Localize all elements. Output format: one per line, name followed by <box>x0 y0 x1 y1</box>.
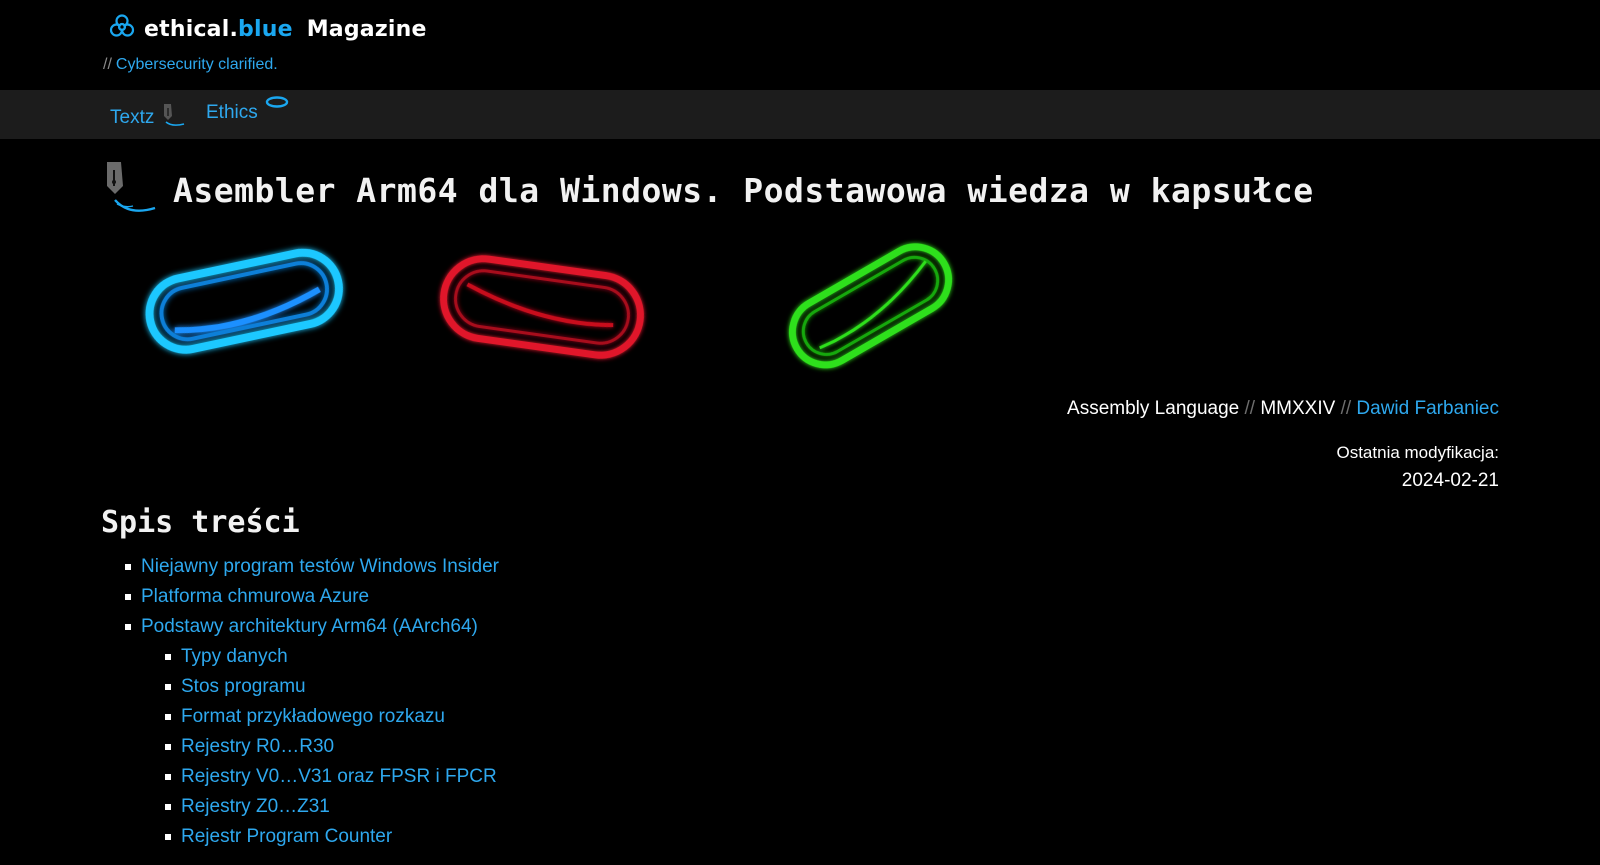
hero-image <box>140 235 980 385</box>
nav-item-label: Ethics <box>206 102 258 123</box>
article-year: MMXXIV <box>1260 398 1336 419</box>
toc-link[interactable]: Niejawny program testów Windows Insider <box>141 556 499 578</box>
brand-magazine: Magazine <box>306 16 427 42</box>
bullet-icon <box>165 654 171 660</box>
brand-blue: blue <box>238 16 293 42</box>
toc-link[interactable]: Rejestry R0…R30 <box>181 736 334 758</box>
site-logo-link[interactable]: ethical.blue Magazine <box>108 12 427 46</box>
toc-link[interactable]: Rejestry V0…V31 oraz FPSR i FPCR <box>181 766 497 788</box>
toc-heading: Spis treści <box>101 505 300 540</box>
pen-nib-icon <box>103 160 157 220</box>
toc-subitem: Rejestry Z0…Z31 <box>165 792 499 822</box>
table-of-contents: Niejawny program testów Windows Insider … <box>125 552 499 852</box>
bullet-icon <box>165 714 171 720</box>
nav-item-label: Textz <box>110 107 155 128</box>
brand-dot: . <box>229 16 239 42</box>
tagline-text: Cybersecurity clarified. <box>115 56 278 73</box>
meta-separator: // <box>1244 398 1256 419</box>
toc-subitem: Format przykładowego rozkazu <box>165 702 499 732</box>
toc-link[interactable]: Podstawy architektury Arm64 (AArch64) <box>141 616 478 638</box>
tagline-prefix: // <box>103 56 112 73</box>
toc-link[interactable]: Rejestr Program Counter <box>181 826 392 848</box>
bullet-icon <box>165 834 171 840</box>
nav-item-textz[interactable]: Textz <box>110 102 186 134</box>
category-link[interactable]: Assembly Language <box>1067 398 1239 419</box>
bullet-icon <box>125 564 131 570</box>
brand-ethical: ethical <box>144 16 230 42</box>
blue-capsule-image <box>145 248 343 354</box>
toc-subitem: Rejestr Program Counter <box>165 822 499 852</box>
meta-separator: // <box>1340 398 1352 419</box>
bullet-icon <box>125 624 131 630</box>
toc-item: Niejawny program testów Windows Insider <box>125 552 499 582</box>
toc-link[interactable]: Typy danych <box>181 646 288 668</box>
last-modified-label: Ostatnia modyfikacja: <box>1336 443 1499 462</box>
site-header: ethical.blue Magazine //Cybersecurity cl… <box>0 0 1600 90</box>
toc-link[interactable]: Stos programu <box>181 676 306 698</box>
toc-link[interactable]: Rejestry Z0…Z31 <box>181 796 330 818</box>
bullet-icon <box>165 774 171 780</box>
site-tagline: //Cybersecurity clarified. <box>103 56 278 74</box>
pen-nib-icon <box>160 102 186 134</box>
toc-subitem: Rejestry V0…V31 oraz FPSR i FPCR <box>165 762 499 792</box>
bullet-icon <box>125 594 131 600</box>
bullet-icon <box>165 684 171 690</box>
biohazard-icon <box>108 12 136 46</box>
toc-link[interactable]: Platforma chmurowa Azure <box>141 586 369 608</box>
nav-item-ethics[interactable]: Ethics <box>206 96 290 124</box>
main-navbar: Textz Ethics <box>0 90 1600 139</box>
article-meta: Assembly Language // MMXXIV // Dawid Far… <box>1067 398 1499 420</box>
article-title-block: Asembler Arm64 dla Windows. Podstawowa w… <box>103 160 1314 220</box>
bullet-icon <box>165 744 171 750</box>
toc-subitem: Rejestry R0…R30 <box>165 732 499 762</box>
author-link[interactable]: Dawid Farbaniec <box>1356 398 1499 419</box>
toc-subitem: Stos programu <box>165 672 499 702</box>
last-modified-date: 2024-02-21 <box>1401 470 1499 491</box>
article-title: Asembler Arm64 dla Windows. Podstawowa w… <box>173 170 1314 210</box>
toc-item: Platforma chmurowa Azure <box>125 582 499 612</box>
halo-icon <box>264 94 290 116</box>
toc-link[interactable]: Format przykładowego rozkazu <box>181 706 445 728</box>
bullet-icon <box>165 804 171 810</box>
red-capsule-image <box>440 255 644 359</box>
toc-item: Podstawy architektury Arm64 (AArch64) <box>125 612 499 642</box>
green-capsule-image <box>788 243 953 369</box>
toc-subitem: Typy danych <box>165 642 499 672</box>
